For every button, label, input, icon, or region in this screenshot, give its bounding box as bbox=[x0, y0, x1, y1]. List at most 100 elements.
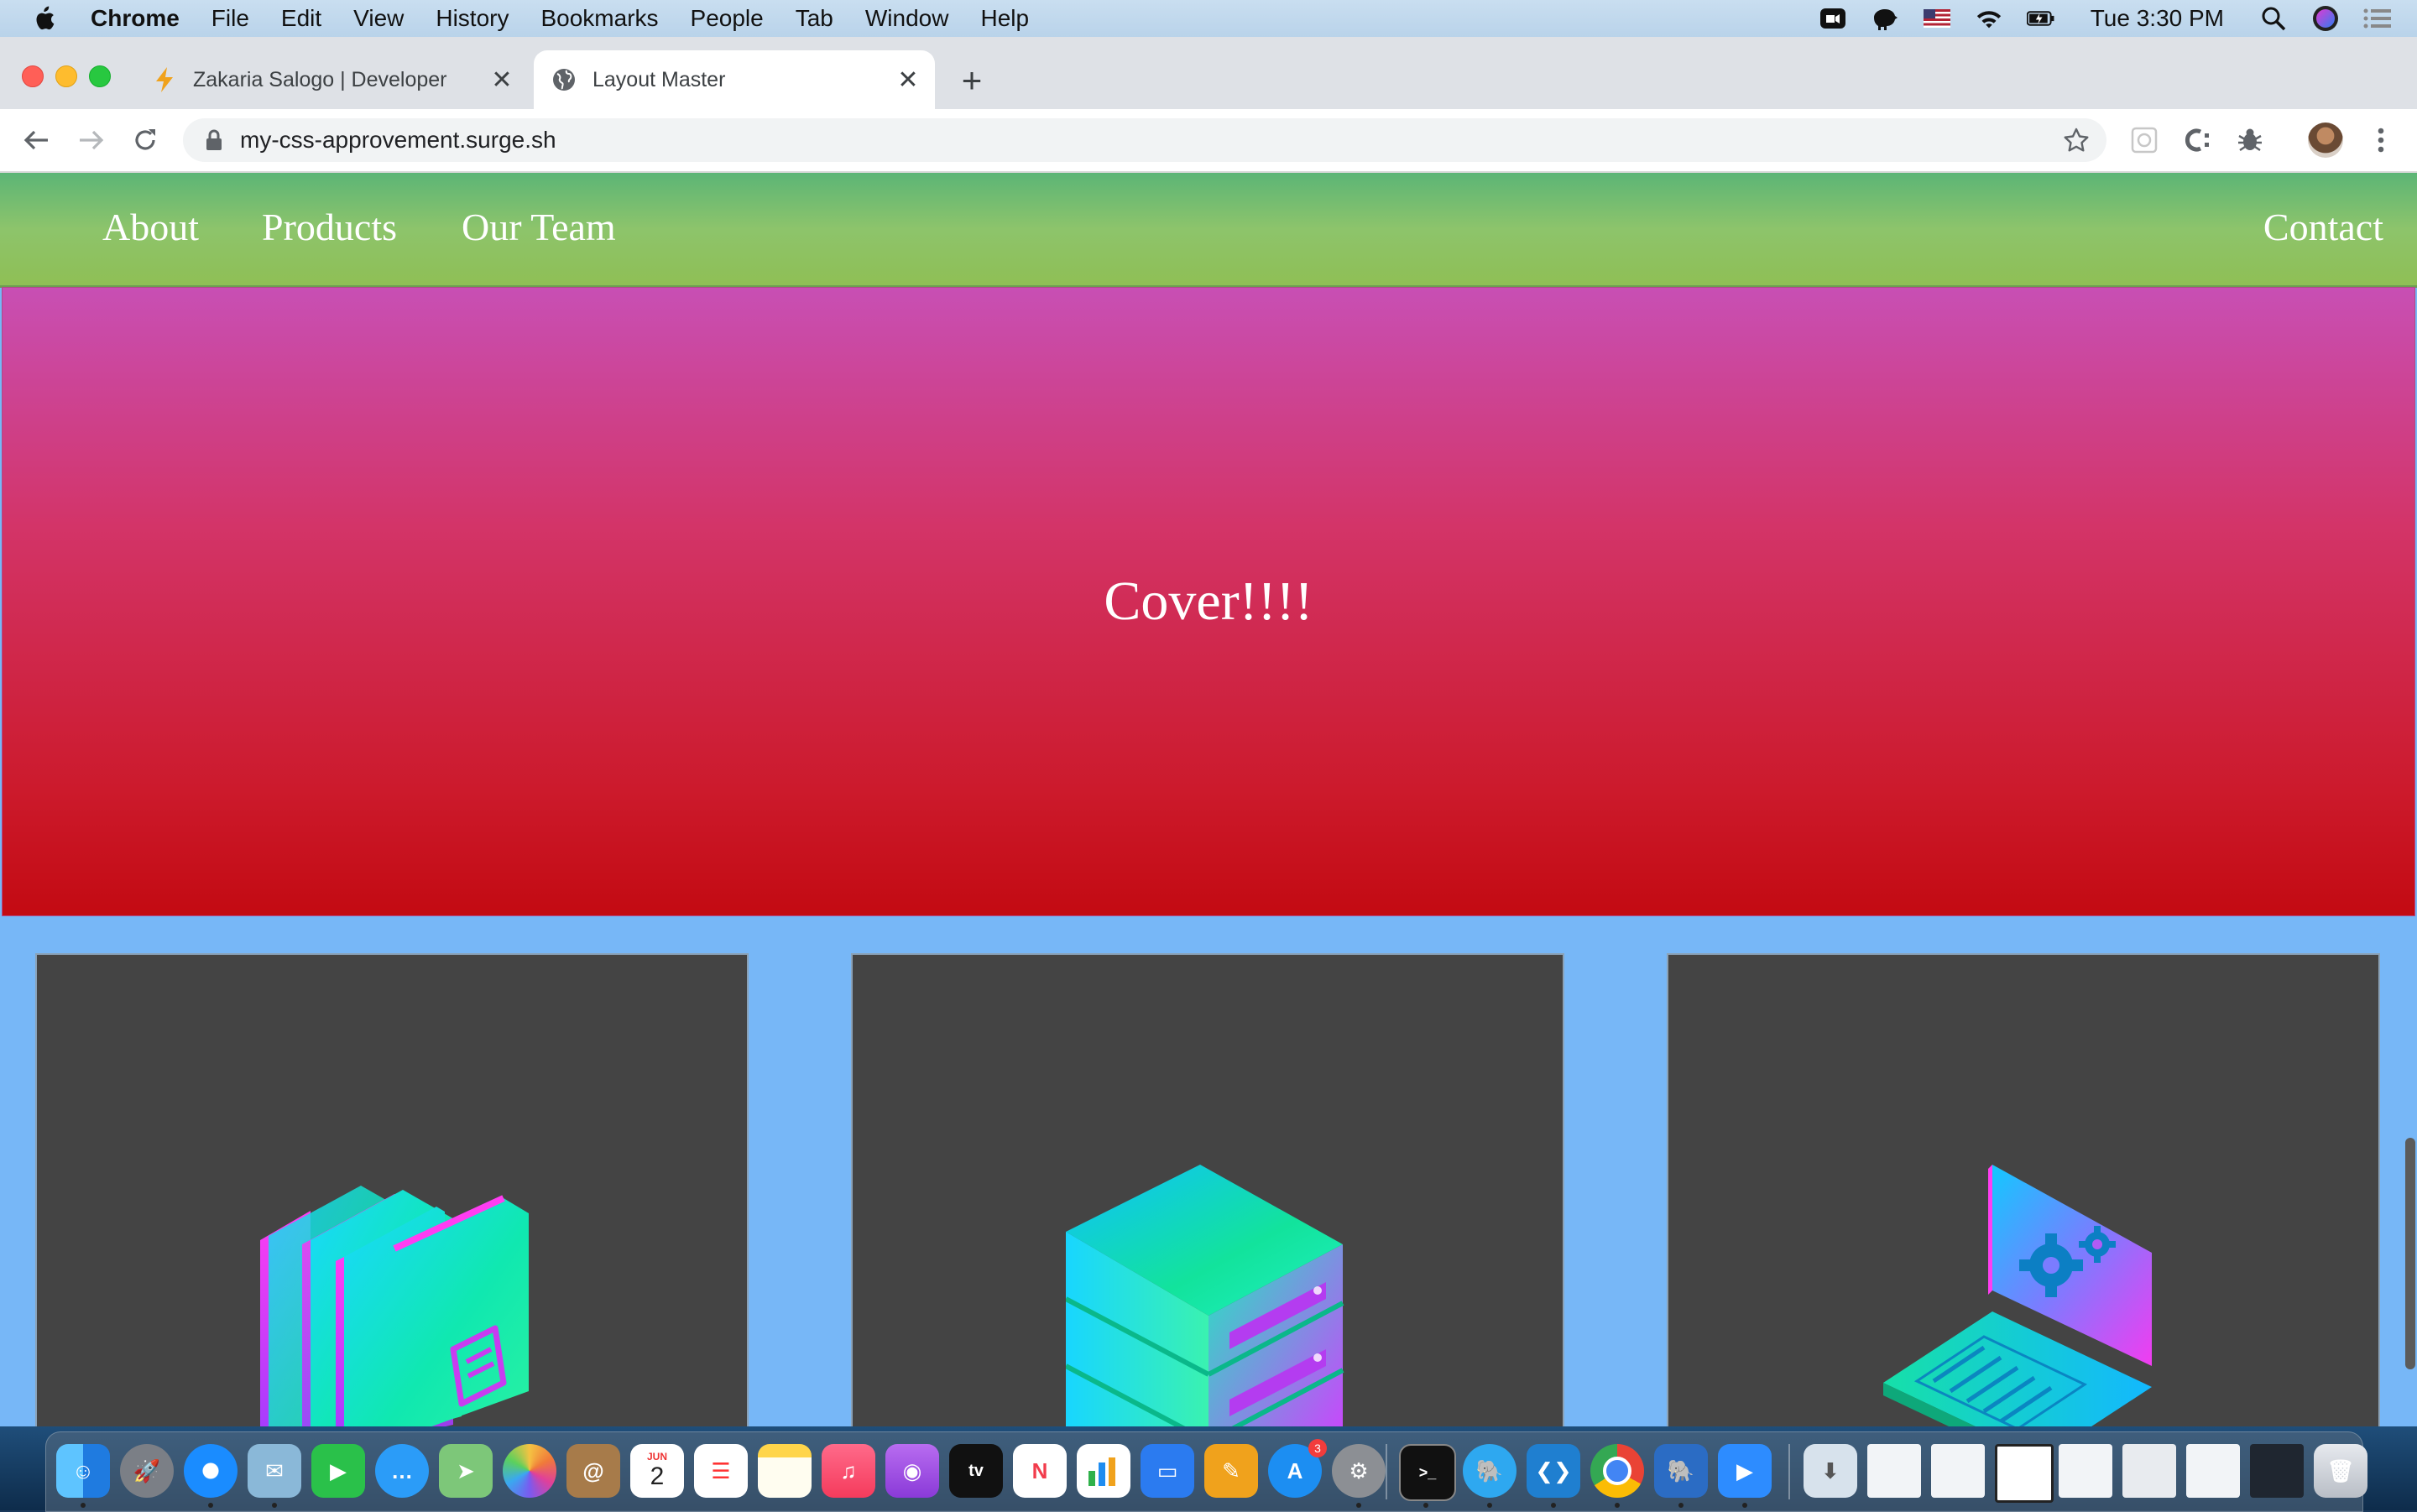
extension-grid-icon[interactable] bbox=[2128, 124, 2160, 156]
news-icon[interactable]: N bbox=[1013, 1444, 1067, 1498]
menu-edit[interactable]: Edit bbox=[281, 5, 321, 32]
bookmark-star-icon[interactable] bbox=[2059, 123, 2093, 157]
tab-title: Layout Master bbox=[593, 67, 726, 91]
tab-zakaria-salogo[interactable]: Zakaria Salogo | Developer ✕ bbox=[134, 50, 529, 109]
menu-window[interactable]: Window bbox=[865, 5, 949, 32]
us-flag-icon[interactable] bbox=[1923, 6, 1951, 31]
running-indicator bbox=[1551, 1503, 1556, 1508]
app-store-badge: 3 bbox=[1308, 1439, 1327, 1457]
reminders-icon[interactable]: ☰ bbox=[694, 1444, 748, 1498]
page-scrollbar-thumb[interactable] bbox=[2405, 1138, 2415, 1369]
siri-icon[interactable] bbox=[2311, 6, 2340, 31]
calendar-day: 2 bbox=[650, 1462, 665, 1490]
product-card bbox=[851, 953, 1564, 1431]
extension-bug-icon[interactable] bbox=[2234, 124, 2266, 156]
postgres-icon[interactable]: 🐘 bbox=[1654, 1444, 1708, 1498]
forward-arrow-icon[interactable] bbox=[72, 121, 111, 159]
calendar-month: JUN bbox=[646, 1451, 667, 1462]
dock-separator bbox=[1788, 1444, 1790, 1499]
zoom-icon[interactable] bbox=[1819, 6, 1847, 31]
tab-layout-master[interactable]: Layout Master ✕ bbox=[534, 50, 935, 109]
lock-icon[interactable] bbox=[201, 128, 227, 153]
wifi-icon[interactable] bbox=[1975, 6, 2003, 31]
nav-link-our-team[interactable]: Our Team bbox=[462, 205, 616, 249]
menu-file[interactable]: File bbox=[211, 5, 249, 32]
globe-icon bbox=[549, 65, 579, 95]
menu-app-name[interactable]: Chrome bbox=[91, 5, 180, 32]
menu-history[interactable]: History bbox=[436, 5, 509, 32]
running-indicator bbox=[1423, 1503, 1428, 1508]
menu-bookmarks[interactable]: Bookmarks bbox=[540, 5, 658, 32]
menu-help[interactable]: Help bbox=[980, 5, 1029, 32]
music-icon[interactable]: ♫ bbox=[822, 1444, 875, 1498]
tab-title: Zakaria Salogo | Developer bbox=[193, 67, 447, 91]
menu-view[interactable]: View bbox=[353, 5, 404, 32]
menubar-clock[interactable]: Tue 3:30 PM bbox=[2091, 5, 2224, 32]
numbers-icon[interactable] bbox=[1077, 1444, 1130, 1498]
chrome-icon[interactable] bbox=[1590, 1444, 1644, 1498]
calendar-icon[interactable]: JUN 2 bbox=[630, 1444, 684, 1498]
new-tab-button[interactable]: + bbox=[953, 60, 990, 100]
site-nav: About Products Our Team Contact bbox=[0, 173, 2417, 288]
safari-icon[interactable] bbox=[184, 1444, 238, 1498]
notes-icon[interactable] bbox=[758, 1444, 812, 1498]
folders-icon bbox=[260, 1186, 529, 1431]
back-arrow-icon[interactable] bbox=[17, 121, 55, 159]
finder-icon[interactable]: ☺ bbox=[56, 1444, 110, 1498]
evernote-icon[interactable] bbox=[1871, 6, 1899, 31]
macos-dock: ☺ 🚀 ✉ ▶ … ➤ @ JUN 2 ☰ ♫ ◉ tv N ▭ ✎ A 3 ⚙… bbox=[45, 1431, 2367, 1512]
zoom-app-icon[interactable]: ▶ bbox=[1718, 1444, 1772, 1498]
facetime-icon[interactable]: ▶ bbox=[311, 1444, 365, 1498]
apple-menu-icon[interactable] bbox=[32, 5, 65, 32]
spotlight-icon[interactable] bbox=[2259, 6, 2288, 31]
pages-icon[interactable]: ✎ bbox=[1204, 1444, 1258, 1498]
menu-people[interactable]: People bbox=[691, 5, 764, 32]
vscode-icon[interactable]: ❮❯ bbox=[1527, 1444, 1580, 1498]
dock-separator bbox=[1386, 1444, 1387, 1499]
running-indicator bbox=[272, 1503, 277, 1508]
cover-section: Cover!!!! bbox=[2, 287, 2415, 916]
chrome-menu-icon[interactable] bbox=[2365, 124, 2397, 156]
running-indicator bbox=[1678, 1503, 1684, 1508]
reload-icon[interactable] bbox=[126, 121, 164, 159]
window-fullscreen-button[interactable] bbox=[89, 65, 111, 87]
minimized-window-thumbnail[interactable] bbox=[1867, 1444, 1921, 1498]
product-card bbox=[1667, 953, 2380, 1431]
contacts-icon[interactable]: @ bbox=[566, 1444, 620, 1498]
minimized-window-thumbnail[interactable] bbox=[1995, 1444, 2054, 1503]
tableplus-elephant-icon[interactable]: 🐘 bbox=[1463, 1444, 1516, 1498]
maps-icon[interactable]: ➤ bbox=[439, 1444, 493, 1498]
address-bar[interactable]: my-css-approvement.surge.sh bbox=[183, 118, 2106, 162]
nav-link-products[interactable]: Products bbox=[262, 205, 397, 249]
tab-close-icon[interactable]: ✕ bbox=[487, 65, 517, 95]
minimized-window-thumbnail[interactable] bbox=[2122, 1444, 2176, 1498]
photos-icon[interactable] bbox=[503, 1444, 556, 1498]
minimized-window-thumbnail[interactable] bbox=[2059, 1444, 2112, 1498]
extension-c-icon[interactable] bbox=[2182, 124, 2214, 156]
minimized-window-thumbnail[interactable] bbox=[2186, 1444, 2240, 1498]
web-page-viewport: About Products Our Team Contact Cover!!!… bbox=[0, 173, 2417, 1431]
window-minimize-button[interactable] bbox=[55, 65, 77, 87]
keynote-icon[interactable]: ▭ bbox=[1141, 1444, 1194, 1498]
notification-center-icon[interactable] bbox=[2363, 6, 2392, 31]
tab-close-icon[interactable]: ✕ bbox=[893, 65, 923, 95]
url-text[interactable]: my-css-approvement.surge.sh bbox=[240, 127, 2059, 154]
profile-avatar[interactable] bbox=[2308, 123, 2343, 158]
nav-link-contact[interactable]: Contact bbox=[2263, 205, 2383, 249]
messages-icon[interactable]: … bbox=[375, 1444, 429, 1498]
mail-icon[interactable]: ✉ bbox=[248, 1444, 301, 1498]
trash-icon[interactable]: 🗑 bbox=[2314, 1444, 2367, 1498]
downloads-stack-icon[interactable]: ⬇ bbox=[1804, 1444, 1857, 1498]
terminal-icon[interactable]: >_ bbox=[1399, 1444, 1456, 1501]
window-close-button[interactable] bbox=[22, 65, 44, 87]
podcasts-icon[interactable]: ◉ bbox=[885, 1444, 939, 1498]
system-preferences-icon[interactable]: ⚙ bbox=[1332, 1444, 1386, 1498]
minimized-window-thumbnail[interactable] bbox=[1931, 1444, 1985, 1498]
nav-link-about[interactable]: About bbox=[102, 205, 199, 249]
laptop-settings-icon bbox=[1883, 1165, 2152, 1431]
apple-tv-icon[interactable]: tv bbox=[949, 1444, 1003, 1498]
launchpad-icon[interactable]: 🚀 bbox=[120, 1444, 174, 1498]
battery-icon[interactable] bbox=[2026, 6, 2055, 31]
minimized-window-thumbnail[interactable] bbox=[2250, 1444, 2304, 1498]
menu-tab[interactable]: Tab bbox=[796, 5, 833, 32]
